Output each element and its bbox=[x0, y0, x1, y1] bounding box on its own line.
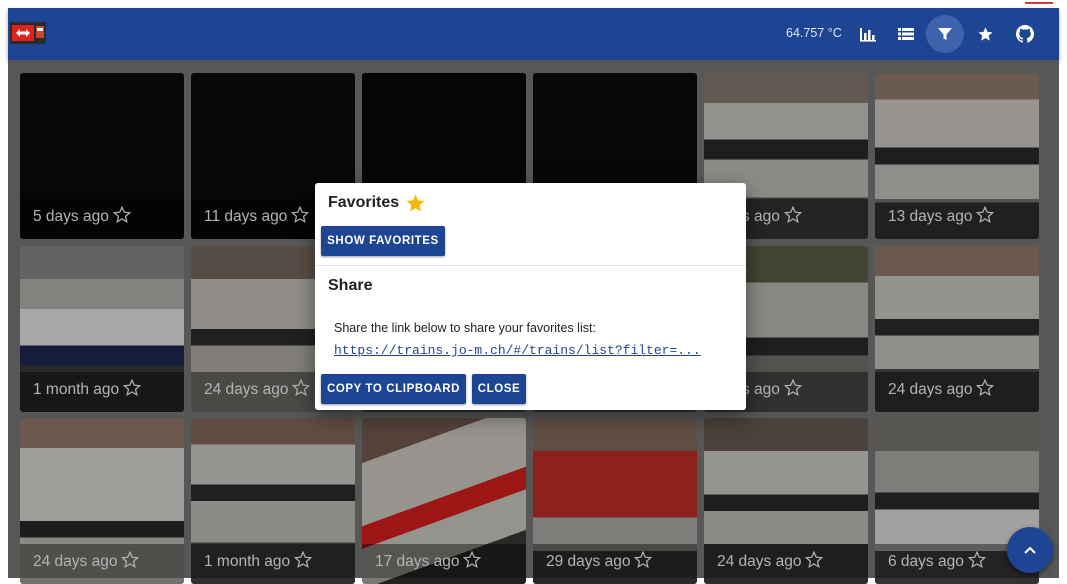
top-edge bbox=[0, 0, 1067, 8]
top-edge-mark bbox=[1025, 2, 1053, 4]
favorites-dialog: Favorites SHOW FAVORITES Share Share the… bbox=[315, 183, 746, 410]
scroll-to-top-button[interactable] bbox=[1007, 527, 1053, 573]
copy-to-clipboard-button[interactable]: COPY TO CLIPBOARD bbox=[321, 374, 466, 404]
show-favorites-button[interactable]: SHOW FAVORITES bbox=[321, 226, 445, 256]
favorites-title-text: Favorites bbox=[328, 194, 400, 211]
share-link[interactable]: https://trains.jo-m.ch/#/trains/list?fil… bbox=[334, 343, 701, 358]
share-description: Share the link below to share your favor… bbox=[334, 321, 596, 335]
star-icon[interactable] bbox=[969, 18, 1001, 50]
chart-icon[interactable] bbox=[852, 18, 884, 50]
github-icon[interactable] bbox=[1009, 18, 1041, 50]
share-title: Share bbox=[328, 277, 373, 294]
filter-icon[interactable] bbox=[926, 15, 964, 53]
dialog-divider bbox=[315, 265, 746, 266]
list-icon[interactable] bbox=[890, 18, 922, 50]
app-bar: 64.757 °C bbox=[8, 8, 1059, 60]
favorites-title: Favorites bbox=[328, 193, 426, 213]
temperature-readout: 64.757 °C bbox=[786, 26, 842, 40]
sbb-logo[interactable] bbox=[10, 22, 46, 44]
close-button[interactable]: CLOSE bbox=[472, 374, 526, 404]
chevron-up-icon bbox=[1023, 545, 1037, 555]
favorite-star-icon bbox=[405, 193, 426, 213]
